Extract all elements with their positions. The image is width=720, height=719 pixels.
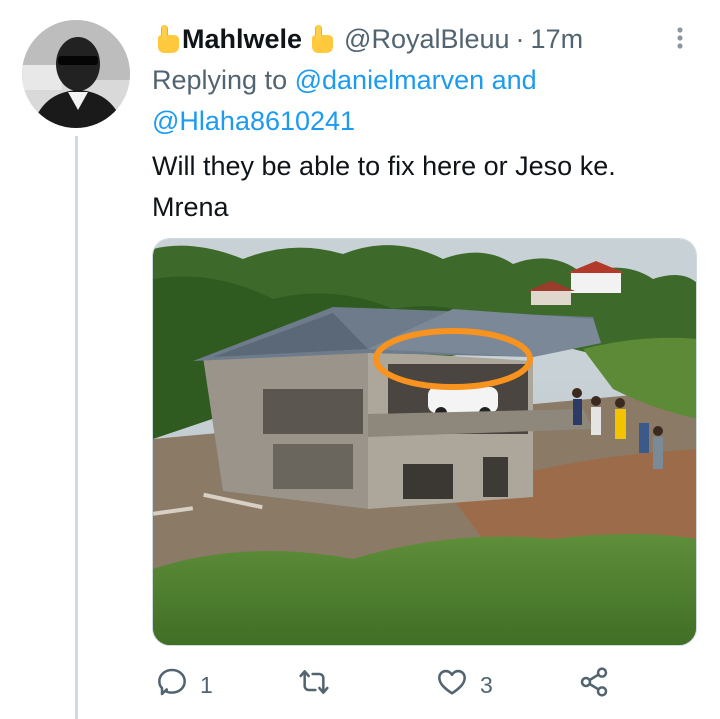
tweet-text: Will they be able to fix here or Jeso ke… bbox=[152, 146, 692, 228]
replying-prefix: Replying to bbox=[152, 65, 288, 95]
author-name[interactable]: Mahlwele bbox=[182, 24, 302, 55]
replying-to: Replying to @danielmarven and @Hlaha8610… bbox=[152, 60, 672, 142]
share-icon bbox=[578, 666, 610, 704]
pointing-up-hand-icon bbox=[152, 23, 182, 55]
tweet-text-line: Mrena bbox=[152, 192, 229, 222]
separator-dot: · bbox=[515, 23, 525, 54]
tweet-photo[interactable] bbox=[152, 238, 697, 646]
reply-and-link[interactable]: and bbox=[492, 65, 537, 95]
tweet[interactable]: Mahlwele @RoyalBleuu · 17m Replying to @… bbox=[0, 0, 720, 719]
reply-icon bbox=[156, 666, 188, 704]
author-handle[interactable]: @RoyalBleuu bbox=[344, 24, 510, 55]
retweet-button[interactable] bbox=[298, 662, 342, 708]
tweet-text-line: Will they be able to fix here or Jeso ke… bbox=[152, 151, 616, 181]
retweet-icon bbox=[298, 666, 330, 704]
reply-count: 1 bbox=[200, 671, 213, 698]
tweet-actions: 1 3 bbox=[152, 662, 622, 708]
timestamp[interactable]: 17m bbox=[531, 24, 584, 55]
share-button[interactable] bbox=[578, 662, 610, 708]
reply-mention-link[interactable]: @Hlaha8610241 bbox=[152, 106, 355, 136]
tweet-header: Mahlwele @RoyalBleuu · 17m bbox=[152, 20, 583, 58]
thread-line bbox=[75, 136, 78, 719]
like-button[interactable]: 3 bbox=[436, 662, 493, 708]
heart-icon bbox=[436, 666, 468, 704]
reply-mention-link[interactable]: @danielmarven bbox=[295, 65, 485, 95]
like-count: 3 bbox=[480, 671, 493, 698]
reply-button[interactable]: 1 bbox=[156, 662, 213, 708]
pointing-up-hand-icon bbox=[306, 23, 336, 55]
more-options-icon[interactable] bbox=[670, 22, 690, 54]
avatar[interactable] bbox=[22, 20, 130, 128]
